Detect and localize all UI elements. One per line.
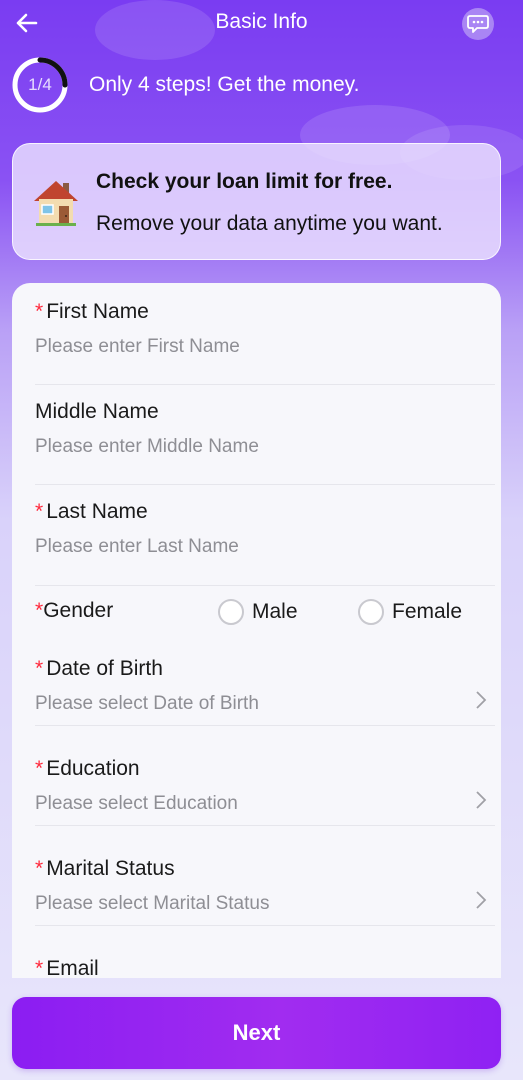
- divider: [35, 825, 495, 826]
- divider: [35, 484, 495, 485]
- chat-button[interactable]: [462, 8, 494, 40]
- basic-info-form: * First Name Please enter First Name Midd…: [12, 283, 501, 978]
- radio-circle[interactable]: [218, 599, 244, 625]
- house-icon: [34, 181, 78, 226]
- chevron-right-icon: [475, 690, 487, 710]
- first-name-label: First Name: [46, 300, 149, 323]
- app-header: Basic Info: [0, 0, 523, 48]
- first-name-field[interactable]: * First Name Please enter First Name: [35, 300, 495, 385]
- chevron-right-icon: [475, 890, 487, 910]
- required-mark: *: [35, 957, 44, 978]
- date-of-birth-field[interactable]: * Date of Birth Please select Date of Bir…: [35, 657, 495, 726]
- required-mark: *: [35, 300, 44, 323]
- page-title: Basic Info: [215, 10, 308, 33]
- education-field[interactable]: * Education Please select Education: [35, 757, 495, 826]
- date-of-birth-select[interactable]: Please select Date of Birth: [35, 693, 495, 715]
- required-mark: *: [35, 757, 44, 780]
- step-progress-ring: 1/4: [12, 57, 68, 113]
- last-name-label: Last Name: [46, 500, 148, 523]
- divider: [35, 925, 495, 926]
- gender-male-label: Male: [252, 600, 298, 623]
- middle-name-field[interactable]: Middle Name Please enter Middle Name: [35, 400, 495, 485]
- gender-female-label: Female: [392, 600, 463, 623]
- step-counter: 1/4: [28, 75, 52, 94]
- marital-status-label: Marital Status: [46, 857, 175, 880]
- promo-subtitle: Remove your data anytime you want.: [96, 212, 443, 235]
- marital-status-field[interactable]: * Marital Status Please select Marital St…: [35, 857, 495, 926]
- gender-female-radio[interactable]: Female: [358, 599, 462, 625]
- steps-message: Only 4 steps! Get the money.: [89, 73, 360, 96]
- gender-label: Gender: [43, 599, 114, 622]
- radio-circle[interactable]: [358, 599, 384, 625]
- last-name-field[interactable]: * Last Name Please enter Last Name: [35, 500, 495, 586]
- chevron-right-icon: [475, 790, 487, 810]
- email-label: Email: [46, 957, 99, 978]
- divider: [35, 725, 495, 726]
- marital-status-select[interactable]: Please select Marital Status: [35, 893, 495, 915]
- divider: [35, 585, 495, 586]
- promo-title: Check your loan limit for free.: [96, 170, 393, 193]
- required-mark: *: [35, 599, 44, 622]
- education-select[interactable]: Please select Education: [35, 793, 495, 815]
- last-name-input[interactable]: Please enter Last Name: [35, 536, 495, 558]
- chat-bubble-icon: [467, 15, 489, 33]
- first-name-input[interactable]: Please enter First Name: [35, 336, 495, 358]
- middle-name-input[interactable]: Please enter Middle Name: [35, 436, 495, 458]
- date-of-birth-label: Date of Birth: [46, 657, 163, 680]
- next-button[interactable]: Next: [12, 997, 501, 1069]
- education-label: Education: [46, 757, 140, 780]
- gender-male-radio[interactable]: Male: [218, 599, 298, 625]
- required-mark: *: [35, 657, 44, 680]
- gender-field: *Gender Male Female: [35, 599, 495, 629]
- email-field[interactable]: * Email: [35, 957, 495, 978]
- required-mark: *: [35, 857, 44, 880]
- required-mark: *: [35, 500, 44, 523]
- divider: [35, 384, 495, 385]
- promo-banner: Check your loan limit for free. Remove y…: [12, 143, 501, 260]
- middle-name-label: Middle Name: [35, 400, 159, 423]
